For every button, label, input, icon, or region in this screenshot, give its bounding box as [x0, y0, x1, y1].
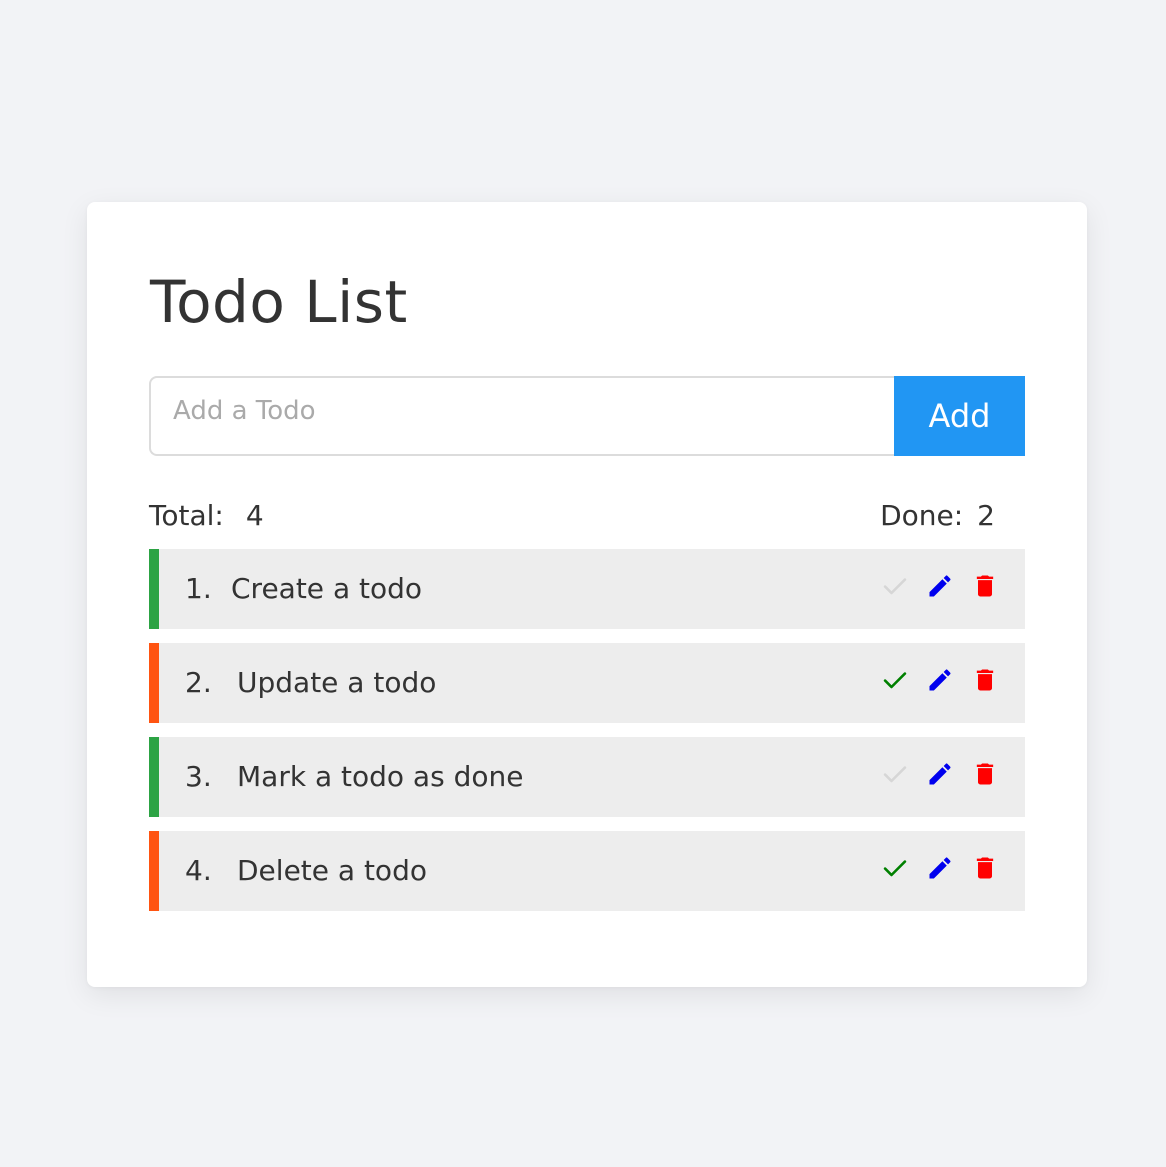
- check-icon[interactable]: [881, 666, 909, 694]
- todo-list: 1. Create a todo 2. Update a todo 3. Mar…: [149, 549, 1025, 925]
- total-stat: Total: 4: [149, 496, 264, 536]
- todo-text: Mark a todo as done: [237, 760, 524, 793]
- add-button[interactable]: Add: [894, 376, 1025, 456]
- done-count: 2: [977, 499, 995, 532]
- todo-index: 4.: [185, 854, 212, 887]
- todo-item: 2. Update a todo: [149, 643, 1025, 723]
- todo-actions: [881, 665, 999, 695]
- total-label: Total:: [149, 499, 224, 532]
- trash-icon[interactable]: [971, 666, 999, 694]
- pencil-icon[interactable]: [926, 666, 954, 694]
- page-title: Todo List: [150, 268, 408, 336]
- todo-actions: [881, 759, 999, 789]
- pencil-icon[interactable]: [926, 572, 954, 600]
- todo-index: 1.: [185, 572, 212, 605]
- done-label: Done:: [880, 499, 964, 532]
- done-stat: Done: 2: [880, 496, 995, 536]
- trash-icon[interactable]: [971, 760, 999, 788]
- todo-index: 3.: [185, 760, 212, 793]
- todo-input[interactable]: [149, 376, 894, 456]
- todo-item: 3. Mark a todo as done: [149, 737, 1025, 817]
- check-icon[interactable]: [881, 572, 909, 600]
- trash-icon[interactable]: [971, 572, 999, 600]
- todo-actions: [881, 853, 999, 883]
- todo-actions: [881, 571, 999, 601]
- total-count: 4: [245, 499, 264, 532]
- todo-text: Update a todo: [237, 666, 437, 699]
- pencil-icon[interactable]: [926, 854, 954, 882]
- todo-text: Create a todo: [231, 572, 423, 605]
- todo-text: Delete a todo: [237, 854, 427, 887]
- todo-stats: Total: 4 Done: 2: [149, 496, 995, 536]
- trash-icon[interactable]: [971, 854, 999, 882]
- todo-item: 4. Delete a todo: [149, 831, 1025, 911]
- add-todo-form: Add: [149, 376, 1025, 456]
- pencil-icon[interactable]: [926, 760, 954, 788]
- check-icon[interactable]: [881, 760, 909, 788]
- check-icon[interactable]: [881, 854, 909, 882]
- todo-item: 1. Create a todo: [149, 549, 1025, 629]
- todo-card: Todo List Add Total: 4 Done: 2 1. Create a…: [87, 202, 1087, 987]
- todo-index: 2.: [185, 666, 212, 699]
